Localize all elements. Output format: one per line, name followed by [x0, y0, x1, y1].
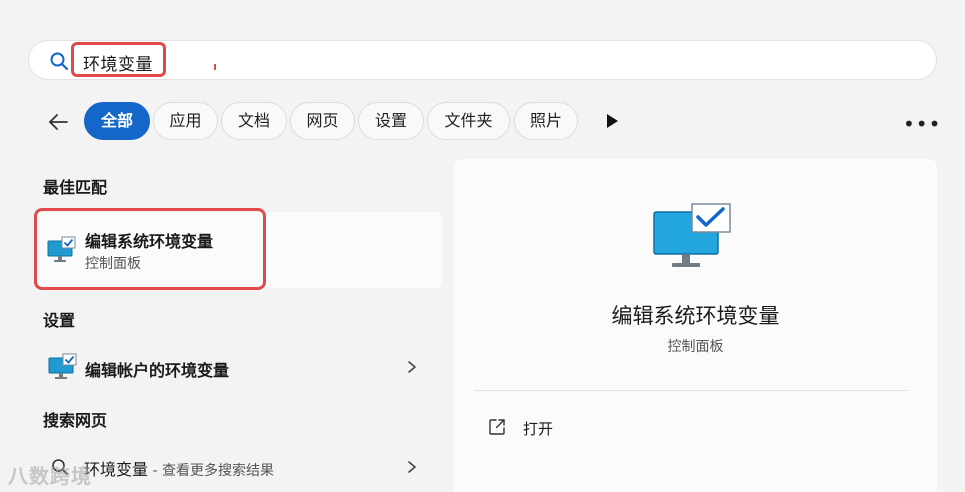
filter-tab-web[interactable]: 网页	[290, 102, 355, 140]
filter-tab-photos[interactable]: 照片	[514, 102, 578, 140]
open-external-icon[interactable]	[488, 418, 506, 436]
filter-tab-settings[interactable]: 设置	[358, 102, 424, 140]
filter-tab-folders[interactable]: 文件夹	[427, 102, 510, 140]
divider	[474, 390, 909, 391]
filter-tab-documents[interactable]: 文档	[221, 102, 287, 140]
chevron-right-icon[interactable]	[405, 360, 419, 374]
search-highlight-box	[71, 42, 166, 77]
best-match-highlight-box	[34, 208, 266, 290]
detail-subtitle: 控制面板	[667, 339, 724, 355]
monitor-check-icon	[48, 353, 77, 379]
web-search-heading: 搜索网页	[43, 411, 108, 430]
detail-title: 编辑系统环境变量	[611, 304, 780, 328]
settings-item-edit-account-env[interactable]: 编辑帐户的环境变量	[85, 357, 229, 381]
back-arrow-icon[interactable]	[46, 110, 70, 134]
more-options-button[interactable]: •••	[903, 112, 941, 136]
monitor-check-icon	[653, 203, 731, 267]
web-search-query: 环境变量	[84, 460, 149, 479]
web-search-item[interactable]: 环境变量 - 查看更多搜索结果	[84, 456, 274, 480]
filter-tab-all[interactable]: 全部	[84, 102, 150, 140]
settings-heading: 设置	[43, 311, 76, 330]
filter-tab-apps[interactable]: 应用	[153, 102, 218, 140]
search-icon	[50, 52, 69, 71]
more-filters-play-icon[interactable]	[604, 113, 620, 129]
web-search-suffix: - 查看更多搜索结果	[148, 463, 274, 479]
chevron-right-icon[interactable]	[405, 460, 419, 474]
best-match-heading: 最佳匹配	[43, 178, 108, 197]
annotation-mark	[214, 64, 216, 70]
open-button[interactable]: 打开	[523, 418, 553, 439]
watermark: 八数跨境	[8, 464, 92, 488]
